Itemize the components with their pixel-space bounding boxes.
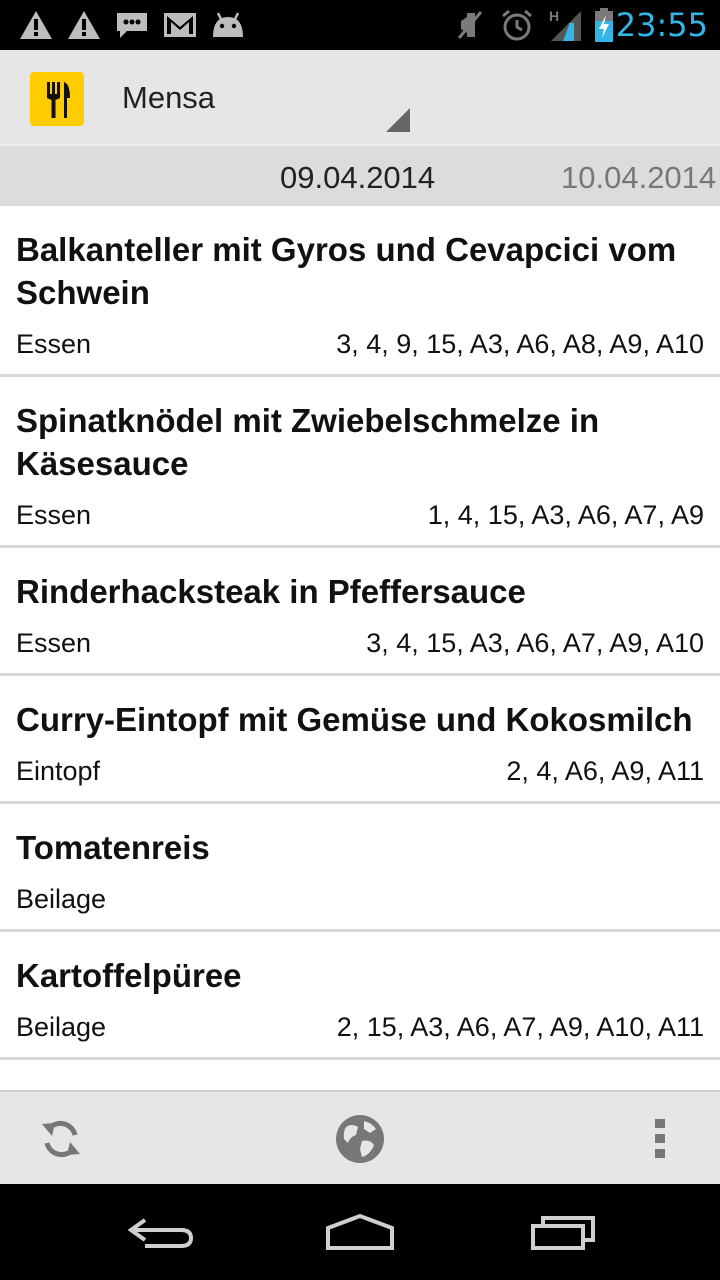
meal-name: Rinderhacksteak in Pfeffersauce — [16, 573, 526, 610]
tab-date-next[interactable]: 10.04.2014 — [561, 160, 716, 196]
home-icon[interactable] — [318, 1184, 402, 1280]
bottom-action-bar — [0, 1090, 720, 1186]
meal-additives: 2, 15, A3, A6, A7, A9, A10, A11 — [336, 1012, 704, 1042]
meal-category: Essen — [16, 500, 92, 530]
globe-icon[interactable] — [323, 1092, 397, 1186]
battery-charging-icon — [592, 0, 616, 50]
list-item[interactable]: Balkanteller mit Gyros und Cevapcici vom… — [0, 206, 720, 377]
svg-text:H: H — [549, 8, 559, 24]
overflow-menu-icon[interactable] — [640, 1092, 680, 1186]
meal-name: Kartoffelpüree — [16, 957, 242, 994]
back-icon[interactable] — [120, 1184, 200, 1280]
tab-date-current[interactable]: 09.04.2014 — [280, 160, 435, 196]
meal-additives: 1, 4, 15, A3, A6, A7, A9 — [427, 500, 704, 530]
meal-additives: 3, 4, 15, A3, A6, A7, A9, A10 — [366, 628, 704, 658]
navigation-bar — [0, 1184, 720, 1280]
date-pager[interactable]: 09.04.2014 10.04.2014 — [0, 144, 720, 206]
app-title[interactable]: Mensa — [122, 80, 215, 116]
meal-name: Spinatknödel mit Zwiebelschmelze in Käse… — [16, 402, 600, 482]
android-icon — [208, 0, 248, 50]
meal-additives: 2, 4, A6, A9, A11 — [506, 756, 704, 786]
list-item[interactable]: Curry-Eintopf mit Gemüse und Kokosmilch … — [0, 676, 720, 804]
dropdown-arrow-icon[interactable] — [386, 108, 410, 137]
meal-name: Tomatenreis — [16, 829, 210, 866]
warning-icon — [18, 0, 54, 50]
meal-list[interactable]: Balkanteller mit Gyros und Cevapcici vom… — [0, 206, 720, 1090]
meal-category: Essen — [16, 628, 92, 658]
meal-category: Beilage — [16, 884, 107, 914]
fork-knife-icon[interactable] — [30, 72, 84, 126]
meal-category: Beilage — [16, 1012, 107, 1042]
meal-category: Eintopf — [16, 756, 101, 786]
meal-category: Essen — [16, 329, 92, 359]
meal-additives: 3, 4, 9, 15, A3, A6, A8, A9, A10 — [336, 329, 704, 359]
refresh-icon[interactable] — [24, 1092, 98, 1186]
alarm-icon — [498, 0, 536, 50]
list-item[interactable]: Rinderhacksteak in Pfeffersauce Essen 3,… — [0, 548, 720, 676]
status-bar: H 23:55 — [0, 0, 720, 50]
gmail-icon — [162, 0, 198, 50]
clock: 23:55 — [615, 6, 708, 44]
chat-icon — [114, 0, 150, 50]
list-item[interactable]: Spinatknödel mit Zwiebelschmelze in Käse… — [0, 377, 720, 548]
action-bar: Mensa — [0, 50, 720, 144]
warning-icon — [66, 0, 102, 50]
list-item[interactable]: Tomatenreis Beilage — [0, 804, 720, 932]
recent-apps-icon[interactable] — [522, 1184, 604, 1280]
meal-name: Balkanteller mit Gyros und Cevapcici vom… — [16, 231, 677, 311]
list-item[interactable]: Kartoffelpüree Beilage 2, 15, A3, A6, A7… — [0, 932, 720, 1060]
signal-icon: H — [546, 0, 584, 50]
meal-name: Curry-Eintopf mit Gemüse und Kokosmilch — [16, 701, 693, 738]
mute-icon — [452, 0, 488, 50]
